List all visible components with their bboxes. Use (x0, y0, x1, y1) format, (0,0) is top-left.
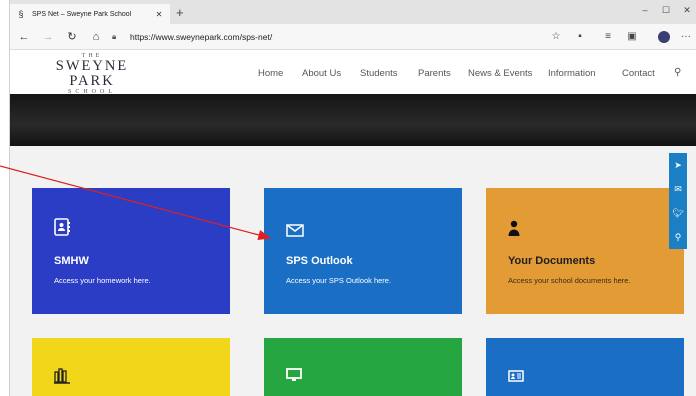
sps-logo-icon: § (18, 9, 24, 19)
envelope-icon (286, 224, 304, 241)
mail-icon[interactable]: ✉ (669, 179, 687, 199)
contacts-book-icon (54, 218, 70, 240)
card-desc: Access your homework here. (54, 276, 151, 285)
nav-news-events[interactable]: News & Events (468, 68, 532, 79)
nav-about-us[interactable]: About Us (302, 68, 341, 79)
forward-button[interactable]: → (40, 29, 56, 45)
tab-title: SPS Net – Sweyne Park School (32, 10, 132, 18)
url-text: https://www.sweynepark.com/sps-net/ (130, 32, 273, 42)
screenshot-root: § SPS Net – Sweyne Park School ✕ + – ☐ ✕… (0, 0, 696, 396)
address-bar[interactable]: 🔒︎ https://www.sweynepark.com/sps-net/ (112, 28, 342, 46)
favorites-list-icon[interactable]: ≡ (600, 29, 616, 45)
search-icon[interactable]: ⚲ (669, 227, 687, 247)
hero-banner (10, 94, 696, 146)
minimize-button[interactable]: – (637, 3, 653, 17)
card-desc: Access your school documents here. (508, 276, 631, 285)
nav-information[interactable]: Information (548, 68, 596, 79)
profile-avatar[interactable] (658, 31, 670, 43)
search-icon[interactable]: ⚲ (674, 67, 681, 78)
card-title: SPS Outlook (286, 255, 353, 267)
back-button[interactable]: ← (16, 29, 32, 45)
nav-students[interactable]: Students (360, 68, 398, 79)
card-title: SMHW (54, 255, 89, 267)
favorite-star-icon[interactable]: ☆ (548, 29, 564, 45)
lock-icon: 🔒︎ (112, 32, 117, 41)
card-your-documents[interactable]: Your Documents Access your school docume… (486, 188, 684, 314)
nav-parents[interactable]: Parents (418, 68, 451, 79)
monitor-icon (286, 368, 302, 386)
tab-bar: § SPS Net – Sweyne Park School ✕ + – ☐ ✕ (10, 0, 696, 24)
refresh-button[interactable]: ↻ (64, 29, 80, 45)
id-card-icon (508, 370, 524, 386)
school-logo[interactable]: THE SWEYNE PARK SCHOOL (32, 53, 152, 95)
logo-name: SWEYNE PARK (55, 58, 129, 89)
address-toolbar: ← → ↻ ⌂ 🔒︎ https://www.sweynepark.com/sp… (10, 24, 696, 50)
main-content: SMHW Access your homework here. SPS Outl… (10, 146, 696, 396)
card-sps-outlook[interactable]: SPS Outlook Access your SPS Outlook here… (264, 188, 462, 314)
card-smhw[interactable]: SMHW Access your homework here. (32, 188, 230, 314)
new-tab-button[interactable]: + (176, 5, 184, 21)
home-button[interactable]: ⌂ (88, 29, 104, 45)
site-header: THE SWEYNE PARK SCHOOL Home About Us Stu… (10, 50, 696, 95)
collections-icon[interactable]: ▣ (624, 29, 640, 45)
library-icon (54, 368, 70, 388)
nav-home[interactable]: Home (258, 68, 283, 79)
nav-contact[interactable]: Contact (622, 68, 655, 79)
card-computer[interactable] (264, 338, 462, 396)
user-icon (508, 220, 520, 240)
browser-tab[interactable]: § SPS Net – Sweyne Park School ✕ (10, 4, 170, 24)
twitter-icon[interactable]: 🐦︎ (669, 203, 687, 223)
browser-window: § SPS Net – Sweyne Park School ✕ + – ☐ ✕… (9, 0, 696, 396)
card-title: Your Documents (508, 255, 596, 267)
paper-plane-icon[interactable]: ➤ (669, 155, 687, 175)
card-library[interactable] (32, 338, 230, 396)
social-sidebar: ➤ ✉ 🐦︎ ⚲ (669, 153, 687, 249)
reading-view-icon[interactable]: ▪ (572, 29, 588, 45)
card-desc: Access your SPS Outlook here. (286, 276, 392, 285)
card-id[interactable] (486, 338, 684, 396)
maximize-button[interactable]: ☐ (658, 3, 674, 17)
more-menu-button[interactable]: ··· (678, 29, 694, 45)
tab-close-button[interactable]: ✕ (154, 10, 164, 19)
close-window-button[interactable]: ✕ (679, 3, 695, 17)
